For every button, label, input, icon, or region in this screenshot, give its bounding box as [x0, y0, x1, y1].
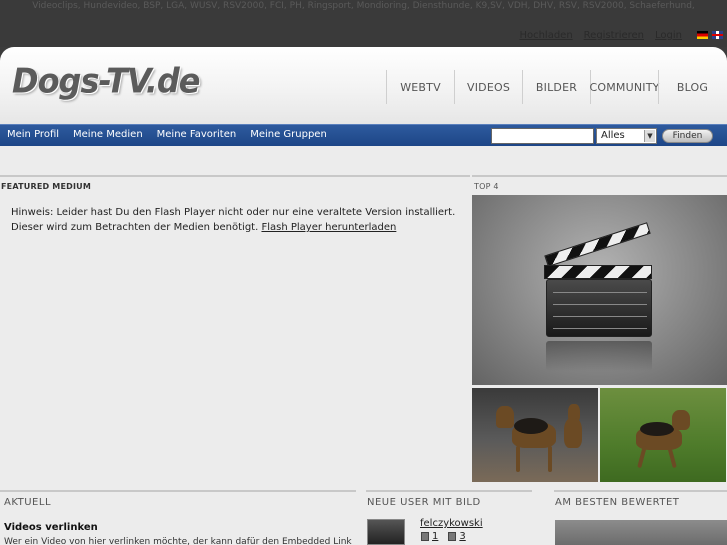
search-category-select[interactable]: Alles ▼: [596, 128, 657, 144]
subnav-my-profile[interactable]: Mein Profil: [7, 129, 59, 140]
aktuell-text: Wer ein Video von hier verlinken möchte,…: [4, 537, 352, 545]
camera-icon: [448, 532, 457, 541]
top4-divider: [472, 175, 727, 177]
tagline: Videoclips, Hundevideo, BSP, LGA, WUSV, …: [32, 1, 695, 11]
nav-videos[interactable]: VIDEOS: [454, 70, 522, 104]
aktuell-subtitle: Videos verlinken: [4, 522, 98, 533]
german-flag-icon[interactable]: [697, 31, 708, 39]
subnav-my-favorites[interactable]: Meine Favoriten: [157, 129, 237, 140]
chevron-down-icon[interactable]: ▼: [644, 130, 655, 142]
top4-thumbnail-2[interactable]: [472, 388, 598, 482]
featured-divider: [0, 175, 470, 177]
english-flag-icon[interactable]: [712, 31, 723, 39]
login-link[interactable]: Login: [655, 30, 682, 41]
subnav-my-groups[interactable]: Meine Gruppen: [250, 129, 327, 140]
subnav-my-media[interactable]: Meine Medien: [73, 129, 143, 140]
best-rated-title: AM BESTEN BEWERTET: [555, 497, 680, 508]
upload-link[interactable]: Hochladen: [519, 30, 572, 41]
user-photo-count[interactable]: 3: [448, 531, 466, 542]
best-divider: [554, 490, 727, 492]
aktuell-divider: [0, 490, 356, 492]
new-user-stats: 1 3: [421, 531, 466, 542]
search-category-value: Alles: [601, 130, 625, 141]
avatar[interactable]: [367, 519, 405, 545]
user-media-count[interactable]: 1: [421, 531, 438, 542]
nav-community[interactable]: COMMUNITY: [589, 70, 659, 104]
newusers-title: NEUE USER MIT BILD: [367, 497, 481, 508]
nav-blog[interactable]: BLOG: [658, 70, 726, 104]
best-rated-thumbnail[interactable]: [555, 520, 727, 545]
flash-notice: Hinweis: Leider hast Du den Flash Player…: [11, 205, 461, 235]
top4-main-thumbnail[interactable]: [472, 195, 727, 385]
top4-thumbnail-3[interactable]: [600, 388, 726, 482]
newusers-divider: [366, 490, 532, 492]
new-user-name[interactable]: felczykowski: [420, 518, 483, 529]
clapperboard-icon: [544, 222, 651, 267]
top-links: Hochladen Registrieren Login: [511, 28, 727, 42]
register-link[interactable]: Registrieren: [584, 30, 644, 41]
search-button[interactable]: Finden: [662, 129, 713, 143]
aktuell-title: AKTUELL: [4, 497, 52, 508]
featured-title: FEATURED MEDIUM: [1, 182, 92, 191]
main-content: FEATURED MEDIUM TOP 4 Hinweis: Leider ha…: [0, 146, 727, 545]
sub-nav: Mein Profil Meine Medien Meine Favoriten…: [0, 124, 727, 146]
site-logo[interactable]: Dogs-TV.de: [12, 61, 200, 101]
nav-webtv[interactable]: WEBTV: [386, 70, 454, 104]
nav-bilder[interactable]: BILDER: [522, 70, 590, 104]
flash-download-link[interactable]: Flash Player herunterladen: [261, 222, 396, 233]
main-nav: WEBTV VIDEOS BILDER COMMUNITY BLOG: [386, 70, 726, 104]
film-icon: [421, 532, 429, 541]
search-input[interactable]: [491, 128, 594, 144]
top4-title: TOP 4: [474, 182, 499, 191]
